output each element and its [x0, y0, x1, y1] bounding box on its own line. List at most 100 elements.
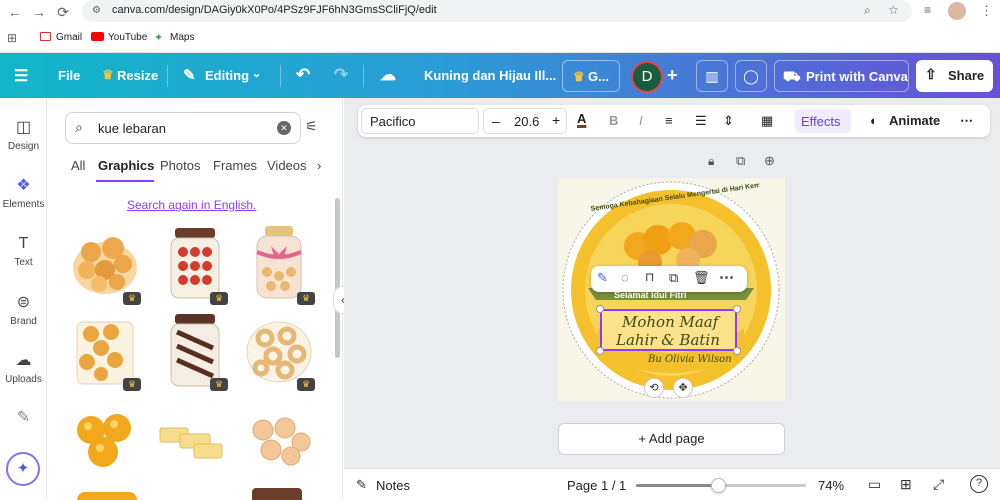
- italic-icon[interactable]: I: [639, 113, 643, 128]
- add-page-icon[interactable]: ⊕: [764, 153, 775, 169]
- rail-item-design[interactable]: ◫ Design: [0, 118, 47, 152]
- font-family-select[interactable]: Pacifico: [361, 108, 479, 134]
- chevron-down-icon[interactable]: ⌄: [252, 67, 261, 80]
- resize-handle[interactable]: [596, 305, 604, 313]
- panel-scrollbar[interactable]: [335, 198, 340, 358]
- magic-assistant-button[interactable]: ✦: [6, 452, 40, 486]
- resize-handle[interactable]: [733, 305, 741, 313]
- lock-element-icon[interactable]: ⊓: [645, 270, 654, 284]
- team-button[interactable]: ♛ G...: [562, 60, 620, 92]
- more-options-icon[interactable]: ⋯: [960, 113, 973, 129]
- tab-graphics[interactable]: Graphics: [98, 158, 154, 173]
- bookmark-gmail[interactable]: Gmail: [56, 32, 82, 43]
- tab-photos[interactable]: Photos: [160, 158, 200, 173]
- text-color-icon[interactable]: A: [577, 111, 586, 126]
- rail-item-brand[interactable]: ⊜ Brand: [0, 293, 47, 327]
- tab-frames[interactable]: Frames: [213, 158, 257, 173]
- clear-search-icon[interactable]: ✕: [277, 121, 291, 135]
- search-again-link[interactable]: Search again in English.: [127, 198, 256, 212]
- grid-view-icon[interactable]: ⊞: [900, 476, 912, 493]
- rotate-handle-icon[interactable]: ⟲: [644, 378, 664, 398]
- menu-icon[interactable]: ☰: [14, 66, 28, 86]
- resize-handle[interactable]: [733, 347, 741, 355]
- redo-icon[interactable]: ↷: [334, 65, 348, 85]
- delete-icon[interactable]: 🗑︎: [693, 270, 710, 286]
- list-icon[interactable]: ☰: [695, 113, 707, 129]
- fullscreen-icon[interactable]: ⤢: [933, 476, 944, 493]
- forward-icon[interactable]: →: [30, 3, 48, 21]
- duplicate-page-icon[interactable]: ⧉: [736, 153, 745, 169]
- zoom-slider-knob[interactable]: [710, 478, 726, 493]
- tab-all[interactable]: All: [71, 158, 85, 173]
- comment-icon[interactable]: ◯: [735, 60, 767, 92]
- add-page-button[interactable]: + Add page: [558, 423, 785, 455]
- rail-item-elements[interactable]: ❖ Elements: [0, 176, 47, 210]
- move-handle-icon[interactable]: ✥: [673, 378, 693, 398]
- comment-add-icon[interactable]: ◌: [621, 270, 629, 285]
- media-icon[interactable]: ≡: [924, 3, 931, 17]
- insights-icon[interactable]: ▥: [696, 60, 728, 92]
- tab-videos[interactable]: Videos: [267, 158, 307, 173]
- tabs-scroll-right-icon[interactable]: ›: [317, 158, 321, 173]
- graphic-pineapple-tarts[interactable]: [69, 400, 141, 476]
- more-options-icon[interactable]: ⋯: [719, 268, 734, 286]
- align-center-icon[interactable]: ≡: [665, 113, 673, 128]
- magic-edit-icon[interactable]: ✎: [597, 270, 608, 286]
- pages-view-icon[interactable]: ▭: [868, 476, 881, 493]
- apps-grid-icon[interactable]: ⊞: [7, 31, 17, 45]
- zoom-level[interactable]: 74%: [818, 478, 844, 493]
- duplicate-element-icon[interactable]: ⧉: [669, 270, 678, 286]
- url-bar[interactable]: ⚙ canva.com/design/DAGiy0kX0Po/4PSz9FJF6…: [82, 0, 912, 22]
- graphic-partial[interactable]: [252, 488, 302, 500]
- file-menu[interactable]: File: [58, 68, 80, 83]
- site-info-icon[interactable]: ⚙: [92, 5, 104, 17]
- share-button[interactable]: ⇧ Share: [916, 60, 993, 92]
- editing-mode-button[interactable]: Editing: [205, 68, 249, 83]
- font-size-value[interactable]: 20.6: [514, 114, 539, 129]
- graphic-butter-bars[interactable]: [154, 400, 226, 476]
- print-with-canva-button[interactable]: ⛟ Print with Canva: [774, 60, 909, 92]
- notes-button[interactable]: Notes: [376, 478, 410, 493]
- bookmark-star-icon[interactable]: ☆: [888, 3, 899, 17]
- back-icon[interactable]: ←: [6, 3, 24, 21]
- zoom-search-icon[interactable]: ⌕: [864, 3, 871, 18]
- graphic-cookie-bowl[interactable]: [69, 224, 141, 300]
- browser-menu-icon[interactable]: ⋮: [980, 3, 993, 19]
- user-avatar[interactable]: D: [631, 61, 663, 93]
- graphic-ribbon-cookie-jar[interactable]: [243, 224, 315, 300]
- search-input[interactable]: ⌕ kue lebaran ✕: [65, 112, 301, 144]
- line-spacing-icon[interactable]: ⇕: [723, 113, 734, 129]
- rail-item-draw[interactable]: ✎: [0, 408, 47, 428]
- graphic-jam-cookie-jar[interactable]: [159, 224, 231, 300]
- transparency-icon[interactable]: ▦: [761, 113, 773, 129]
- decrease-size-icon[interactable]: –: [492, 113, 500, 129]
- animate-button[interactable]: Animate: [889, 113, 940, 128]
- add-collaborator-icon[interactable]: +: [667, 65, 678, 86]
- font-size-stepper[interactable]: – 20.6 +: [483, 108, 567, 134]
- selected-text-box[interactable]: Mohon Maaf Lahir & Batin: [600, 309, 737, 351]
- rail-item-text[interactable]: T Text: [0, 234, 47, 268]
- profile-avatar[interactable]: [948, 2, 966, 20]
- resize-button[interactable]: Resize: [117, 68, 158, 83]
- graphic-flower-cookies[interactable]: [243, 400, 315, 476]
- help-icon[interactable]: ?: [970, 475, 988, 493]
- effects-button[interactable]: Effects: [795, 109, 851, 133]
- graphic-pineapple-tart-jar[interactable]: [69, 312, 141, 388]
- bold-icon[interactable]: B: [609, 113, 618, 128]
- graphic-wafer-roll-jar[interactable]: [159, 312, 231, 388]
- resize-handle[interactable]: [596, 347, 604, 355]
- lock-icon[interactable]: 🔒︎: [708, 154, 714, 169]
- design-title[interactable]: Kuning dan Hijau Ill...: [424, 68, 556, 83]
- reload-icon[interactable]: ⟳: [54, 3, 72, 21]
- increase-size-icon[interactable]: +: [552, 112, 560, 128]
- filter-icon[interactable]: ⚟: [305, 118, 318, 135]
- page-indicator[interactable]: Page 1 / 1: [567, 478, 626, 493]
- bookmark-youtube[interactable]: YouTube: [108, 32, 147, 43]
- rail-item-uploads[interactable]: ☁ Uploads: [0, 351, 47, 385]
- graphic-partial[interactable]: [77, 492, 137, 500]
- cloud-saved-icon[interactable]: ☁: [380, 65, 396, 85]
- graphic-ring-cookie-bowl[interactable]: [243, 312, 315, 388]
- bookmark-maps[interactable]: Maps: [170, 32, 194, 43]
- zoom-slider[interactable]: [636, 478, 806, 493]
- undo-icon[interactable]: ↶: [296, 65, 310, 85]
